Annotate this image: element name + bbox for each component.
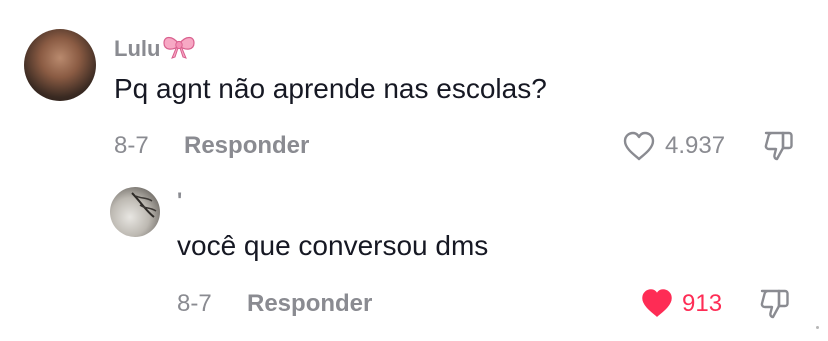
reply-avatar[interactable] (110, 187, 160, 237)
thumbs-down-icon[interactable] (762, 128, 796, 167)
like-count: 4.937 (665, 132, 726, 159)
scroll-indicator (816, 326, 819, 329)
bow-emoji-icon (162, 33, 196, 65)
heart-icon[interactable] (622, 130, 656, 167)
comment-username[interactable]: Lulu (114, 33, 196, 65)
comment-date: 8-7 (114, 132, 149, 159)
reply-date: 8-7 (177, 290, 212, 317)
reply-like-count: 913 (682, 290, 723, 317)
reply-reply-button[interactable]: Responder (247, 290, 372, 318)
comment-text: Pq agnt não aprende nas escolas? (114, 73, 547, 104)
username-label: Lulu (114, 36, 161, 61)
reply-button[interactable]: Responder (184, 132, 309, 160)
reply-username[interactable]: ' (177, 188, 182, 214)
avatar[interactable] (24, 29, 96, 101)
reply-text: você que conversou dms (177, 230, 489, 261)
heart-icon-liked[interactable] (640, 287, 674, 324)
thumbs-down-icon[interactable] (758, 286, 792, 325)
